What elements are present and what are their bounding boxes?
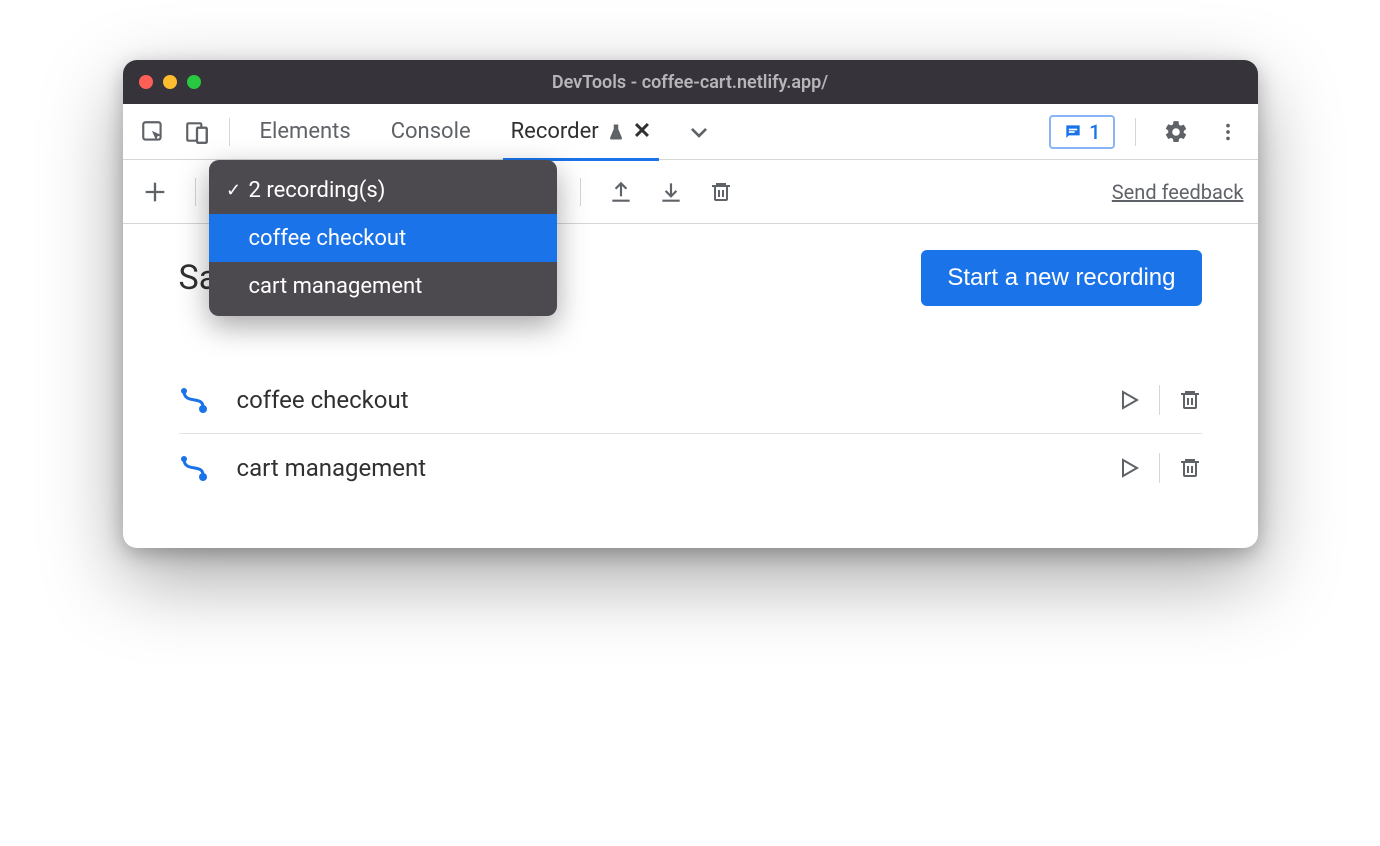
separator xyxy=(580,178,581,206)
row-actions xyxy=(1117,385,1202,415)
delete-icon[interactable] xyxy=(703,174,739,210)
tab-console[interactable]: Console xyxy=(373,104,489,160)
export-icon[interactable] xyxy=(603,174,639,210)
close-tab-icon[interactable]: ✕ xyxy=(633,119,651,144)
new-recording-icon[interactable] xyxy=(137,174,173,210)
experiment-icon xyxy=(607,123,625,141)
kebab-menu-icon[interactable] xyxy=(1208,112,1248,152)
separator xyxy=(195,178,196,206)
delete-icon[interactable] xyxy=(1178,388,1202,412)
start-recording-button[interactable]: Start a new recording xyxy=(921,250,1201,306)
separator xyxy=(1159,385,1160,415)
flow-icon xyxy=(179,385,213,415)
recording-dropdown: ✓ 2 recording(s) coffee checkout cart ma… xyxy=(209,160,557,316)
issues-button[interactable]: 1 xyxy=(1049,115,1114,149)
minimize-window-button[interactable] xyxy=(163,75,177,89)
maximize-window-button[interactable] xyxy=(187,75,201,89)
tab-label: Console xyxy=(391,119,471,144)
recording-name: coffee checkout xyxy=(237,386,1093,414)
recorder-toolbar: Send feedback ✓ 2 recording(s) coffee ch… xyxy=(123,160,1258,224)
import-icon[interactable] xyxy=(653,174,689,210)
separator xyxy=(1135,118,1136,146)
send-feedback-link[interactable]: Send feedback xyxy=(1112,180,1244,204)
recording-row[interactable]: cart management xyxy=(179,434,1202,502)
issues-count: 1 xyxy=(1089,120,1100,144)
flow-icon xyxy=(179,453,213,483)
tab-label: Recorder xyxy=(511,119,599,144)
delete-icon[interactable] xyxy=(1178,456,1202,480)
close-window-button[interactable] xyxy=(139,75,153,89)
window-controls xyxy=(139,75,201,89)
chat-icon xyxy=(1063,122,1083,142)
separator xyxy=(229,118,230,146)
dropdown-item-label: cart management xyxy=(249,274,423,299)
recording-row[interactable]: coffee checkout xyxy=(179,366,1202,434)
devtools-window: DevTools - coffee-cart.netlify.app/ Elem… xyxy=(123,60,1258,548)
dropdown-summary-label: 2 recording(s) xyxy=(249,178,386,203)
inspect-element-icon[interactable] xyxy=(133,112,173,152)
dropdown-item-coffee-checkout[interactable]: coffee checkout xyxy=(209,214,557,262)
dropdown-item-cart-management[interactable]: cart management xyxy=(209,262,557,310)
dropdown-item-label: coffee checkout xyxy=(249,226,407,251)
titlebar: DevTools - coffee-cart.netlify.app/ xyxy=(123,60,1258,104)
dropdown-summary[interactable]: ✓ 2 recording(s) xyxy=(209,166,557,214)
tab-recorder[interactable]: Recorder ✕ xyxy=(493,104,670,160)
more-tabs-icon[interactable] xyxy=(679,112,719,152)
tab-label: Elements xyxy=(260,119,351,144)
settings-icon[interactable] xyxy=(1156,112,1196,152)
row-actions xyxy=(1117,453,1202,483)
separator xyxy=(1159,453,1160,483)
device-toolbar-icon[interactable] xyxy=(177,112,217,152)
window-title: DevTools - coffee-cart.netlify.app/ xyxy=(123,72,1258,93)
tab-elements[interactable]: Elements xyxy=(242,104,369,160)
recordings-list: coffee checkout xyxy=(179,366,1202,502)
right-tools: 1 xyxy=(1049,112,1247,152)
play-icon[interactable] xyxy=(1117,388,1141,412)
recording-name: cart management xyxy=(237,454,1093,482)
devtools-tabstrip: Elements Console Recorder ✕ xyxy=(123,104,1258,160)
check-icon: ✓ xyxy=(223,180,245,201)
play-icon[interactable] xyxy=(1117,456,1141,480)
